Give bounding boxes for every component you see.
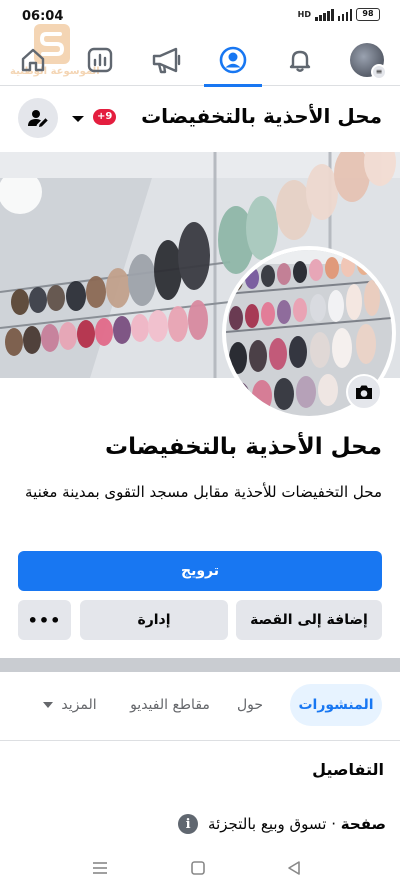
info-icon: i: [178, 814, 199, 834]
back-button[interactable]: [282, 856, 306, 880]
square-icon: [191, 861, 205, 875]
detail-category-row: i صفحة · تسوق وبيع بالتجزئة: [178, 814, 386, 834]
top-nav-bar: ≡: [0, 34, 400, 87]
home-icon: [21, 48, 45, 72]
back-triangle-icon: [288, 861, 300, 875]
switch-profile-button[interactable]: [18, 98, 58, 138]
tab-posts[interactable]: المنشورات: [290, 684, 382, 726]
promote-button[interactable]: ترويج: [18, 551, 382, 591]
profile-icon: [219, 46, 247, 74]
nav-home[interactable]: [0, 34, 66, 86]
caret-down-icon: [43, 702, 54, 708]
nav-profile[interactable]: [200, 34, 266, 87]
page-title: محل الأحذية بالتخفيضات: [104, 434, 382, 460]
profile-picture[interactable]: [222, 246, 396, 420]
tab-about[interactable]: حول: [230, 684, 270, 726]
tab-more-label: المزيد: [61, 697, 97, 713]
chart-icon: [87, 47, 113, 73]
menu-lines-icon: [93, 862, 107, 874]
status-time: 06:04: [22, 9, 64, 24]
menu-lines-icon: ≡: [371, 64, 387, 80]
notification-badge: +9: [93, 109, 117, 125]
person-edit-icon: [28, 110, 48, 127]
change-photo-button[interactable]: [346, 374, 382, 410]
signal-icon-2: [337, 8, 352, 21]
nav-notifications[interactable]: [267, 34, 333, 86]
status-indicators: HD 98: [298, 8, 380, 21]
page-header-title[interactable]: محل الأحذية بالتخفيضات: [141, 104, 382, 128]
add-to-story-button[interactable]: إضافة إلى القصة: [236, 600, 382, 640]
bell-icon: [289, 50, 311, 72]
network-type-label: HD: [297, 9, 311, 19]
nav-insights[interactable]: [67, 34, 133, 86]
megaphone-icon: [152, 47, 181, 74]
tab-more[interactable]: المزيد: [30, 684, 110, 726]
home-button[interactable]: [186, 856, 210, 880]
detail-category-text: صفحة · تسوق وبيع بالتجزئة: [208, 815, 386, 833]
system-nav-bar: [0, 846, 400, 889]
detail-category-label: صفحة: [340, 815, 386, 833]
more-options-button[interactable]: •••: [18, 600, 71, 640]
tabs-divider: [0, 740, 400, 741]
camera-icon: [356, 385, 372, 399]
recent-apps-button[interactable]: [88, 856, 112, 880]
detail-category-separator: ·: [326, 815, 341, 833]
nav-menu[interactable]: ≡: [334, 34, 400, 86]
page-header: محل الأحذية بالتخفيضات +9: [0, 96, 400, 142]
signal-icon: [315, 8, 334, 21]
chevron-down-icon[interactable]: [72, 116, 84, 122]
section-divider: [0, 658, 400, 672]
battery-icon: 98: [356, 8, 380, 21]
details-heading: التفاصيل: [312, 760, 384, 779]
detail-category-value: تسوق وبيع بالتجزئة: [208, 815, 327, 833]
status-bar: 06:04 HD 98: [0, 0, 400, 32]
nav-ads[interactable]: [134, 34, 200, 86]
tab-videos[interactable]: مقاطع الفيديو: [126, 684, 214, 726]
avatar-menu-icon: ≡: [350, 43, 387, 80]
manage-button[interactable]: إدارة: [80, 600, 228, 640]
page-tabs: المنشورات حول مقاطع الفيديو المزيد: [0, 684, 400, 726]
page-bio: محل التخفيضات للأحذية مقابل مسجد التقوى …: [25, 483, 382, 501]
